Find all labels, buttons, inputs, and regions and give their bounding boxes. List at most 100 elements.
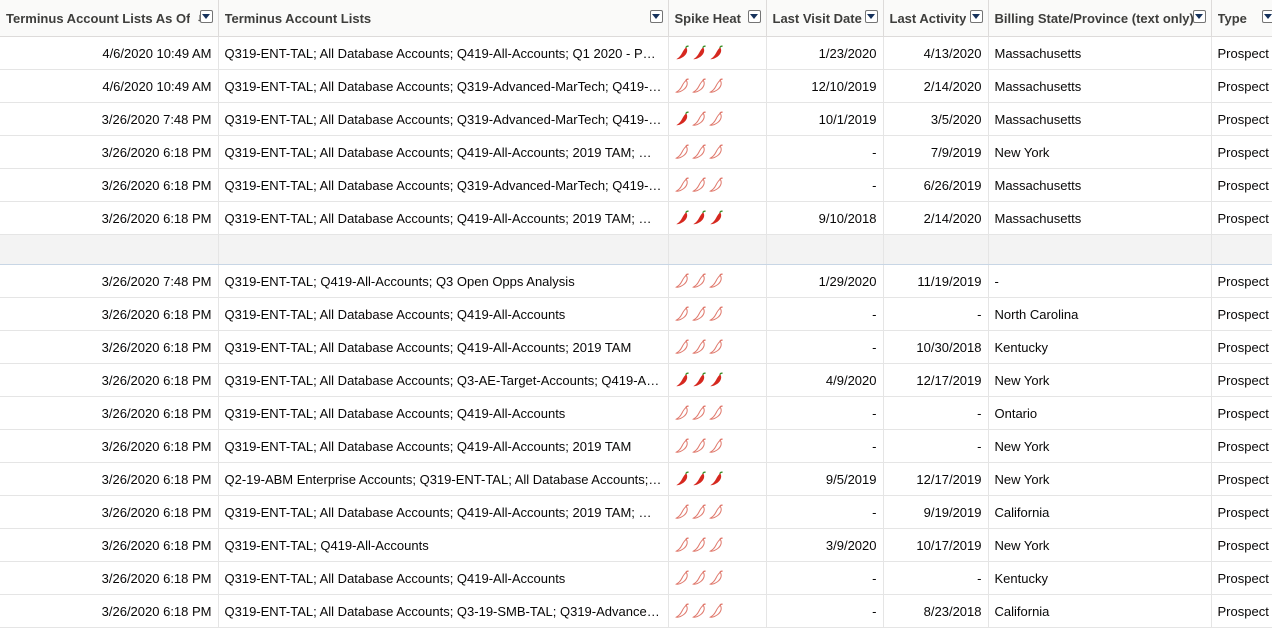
billing-state-cell: New York: [988, 463, 1211, 496]
last-visit-cell: -: [766, 496, 883, 529]
column-menu-button[interactable]: [1262, 10, 1272, 23]
type-cell: Prospect: [1211, 430, 1272, 463]
chili-pepper-icon: [692, 570, 707, 586]
last-activity-cell: 12/17/2019: [883, 463, 988, 496]
last-activity-cell: 7/9/2019: [883, 136, 988, 169]
chili-pepper-icon: [675, 504, 690, 520]
as-of-cell: 3/26/2020 6:18 PM: [0, 562, 218, 595]
column-menu-button[interactable]: [650, 10, 663, 23]
type-cell: Prospect: [1211, 202, 1272, 235]
account-lists-cell: Q319-ENT-TAL; All Database Accounts; Q41…: [218, 496, 668, 529]
chili-pepper-icon: [709, 177, 724, 193]
table-row[interactable]: 3/26/2020 6:18 PMQ319-ENT-TAL; All Datab…: [0, 364, 1272, 397]
table-row[interactable]: 4/6/2020 10:49 AMQ319-ENT-TAL; All Datab…: [0, 70, 1272, 103]
chevron-down-icon: [867, 14, 875, 19]
billing-state-cell: Massachusetts: [988, 202, 1211, 235]
type-cell: Prospect: [1211, 496, 1272, 529]
column-menu-button[interactable]: [865, 10, 878, 23]
spike-heat-cell: [668, 298, 766, 331]
column-header-terminus-account-lists-as-of[interactable]: Terminus Account Lists As Of↓: [0, 0, 218, 37]
last-activity-cell: 2/14/2020: [883, 202, 988, 235]
type-cell: Prospect: [1211, 37, 1272, 70]
spike-heat-cell: [668, 103, 766, 136]
type-cell: Prospect: [1211, 331, 1272, 364]
as-of-cell: 3/26/2020 6:18 PM: [0, 397, 218, 430]
chili-pepper-icon: [675, 570, 690, 586]
chili-pepper-icon: [692, 339, 707, 355]
table-row[interactable]: 3/26/2020 6:18 PMQ319-ENT-TAL; All Datab…: [0, 430, 1272, 463]
spike-heat-cell: [668, 430, 766, 463]
chili-pepper-icon: [709, 537, 724, 553]
column-header-last-activity[interactable]: Last Activity: [883, 0, 988, 37]
column-header-label: Spike Heat: [675, 11, 741, 26]
column-header-last-visit-date[interactable]: Last Visit Date: [766, 0, 883, 37]
separator-cell: [988, 235, 1211, 265]
billing-state-cell: Massachusetts: [988, 103, 1211, 136]
column-header-terminus-account-lists[interactable]: Terminus Account Lists: [218, 0, 668, 37]
chili-pepper-icon: [675, 210, 690, 226]
billing-state-cell: Massachusetts: [988, 70, 1211, 103]
column-menu-button[interactable]: [748, 10, 761, 23]
last-activity-cell: -: [883, 397, 988, 430]
separator-cell: [883, 235, 988, 265]
header-row: Terminus Account Lists As Of↓Terminus Ac…: [0, 0, 1272, 37]
table-row[interactable]: 3/26/2020 7:48 PMQ319-ENT-TAL; All Datab…: [0, 103, 1272, 136]
chili-pepper-icon: [692, 144, 707, 160]
account-lists-cell: Q319-ENT-TAL; All Database Accounts; Q3-…: [218, 595, 668, 628]
table-row[interactable]: 4/6/2020 10:49 AMQ319-ENT-TAL; All Datab…: [0, 37, 1272, 70]
account-lists-cell: Q319-ENT-TAL; All Database Accounts; Q41…: [218, 136, 668, 169]
chili-pepper-icon: [692, 471, 707, 487]
type-cell: Prospect: [1211, 397, 1272, 430]
last-visit-cell: -: [766, 298, 883, 331]
spike-heat-cell: [668, 595, 766, 628]
column-header-label: Terminus Account Lists As Of: [6, 11, 190, 26]
last-activity-cell: 10/17/2019: [883, 529, 988, 562]
column-menu-button[interactable]: [1193, 10, 1206, 23]
spike-heat-cell: [668, 202, 766, 235]
last-visit-cell: 12/10/2019: [766, 70, 883, 103]
table-row[interactable]: 3/26/2020 6:18 PMQ319-ENT-TAL; All Datab…: [0, 136, 1272, 169]
column-menu-button[interactable]: [970, 10, 983, 23]
billing-state-cell: Kentucky: [988, 562, 1211, 595]
chili-pepper-icon: [675, 438, 690, 454]
chili-pepper-icon: [709, 504, 724, 520]
chili-pepper-icon: [675, 471, 690, 487]
table-row[interactable]: 3/26/2020 6:18 PMQ319-ENT-TAL; All Datab…: [0, 397, 1272, 430]
separator-cell: [766, 235, 883, 265]
table-row[interactable]: 3/26/2020 6:18 PMQ319-ENT-TAL; All Datab…: [0, 496, 1272, 529]
as-of-cell: 4/6/2020 10:49 AM: [0, 70, 218, 103]
account-lists-cell: Q2-19-ABM Enterprise Accounts; Q319-ENT-…: [218, 463, 668, 496]
type-cell: Prospect: [1211, 103, 1272, 136]
report-table: Terminus Account Lists As Of↓Terminus Ac…: [0, 0, 1272, 628]
as-of-cell: 4/6/2020 10:49 AM: [0, 37, 218, 70]
chili-pepper-icon: [692, 537, 707, 553]
table-body: 4/6/2020 10:49 AMQ319-ENT-TAL; All Datab…: [0, 37, 1272, 628]
column-menu-button[interactable]: [200, 10, 213, 23]
table-row[interactable]: 3/26/2020 6:18 PMQ319-ENT-TAL; All Datab…: [0, 562, 1272, 595]
billing-state-cell: New York: [988, 529, 1211, 562]
type-cell: Prospect: [1211, 70, 1272, 103]
spike-heat-cell: [668, 529, 766, 562]
chili-pepper-icon: [692, 210, 707, 226]
last-activity-cell: 3/5/2020: [883, 103, 988, 136]
column-header-type[interactable]: Type: [1211, 0, 1272, 37]
column-header-spike-heat[interactable]: Spike Heat: [668, 0, 766, 37]
table-row[interactable]: 3/26/2020 6:18 PMQ319-ENT-TAL; All Datab…: [0, 202, 1272, 235]
column-header-billing-state-province-text-only[interactable]: Billing State/Province (text only): [988, 0, 1211, 37]
chili-pepper-icon: [692, 438, 707, 454]
account-lists-cell: Q319-ENT-TAL; All Database Accounts; Q31…: [218, 70, 668, 103]
table-row[interactable]: 3/26/2020 6:18 PMQ319-ENT-TAL; All Datab…: [0, 595, 1272, 628]
table-row[interactable]: 3/26/2020 6:18 PMQ319-ENT-TAL; All Datab…: [0, 169, 1272, 202]
table-row[interactable]: 3/26/2020 6:18 PMQ319-ENT-TAL; All Datab…: [0, 331, 1272, 364]
last-visit-cell: 9/5/2019: [766, 463, 883, 496]
account-lists-cell: Q319-ENT-TAL; All Database Accounts; Q41…: [218, 430, 668, 463]
last-activity-cell: -: [883, 430, 988, 463]
billing-state-cell: New York: [988, 364, 1211, 397]
table-row[interactable]: 3/26/2020 6:18 PMQ319-ENT-TAL; Q419-All-…: [0, 529, 1272, 562]
chili-pepper-icon: [675, 177, 690, 193]
as-of-cell: 3/26/2020 7:48 PM: [0, 103, 218, 136]
last-visit-cell: -: [766, 430, 883, 463]
table-row[interactable]: 3/26/2020 6:18 PMQ2-19-ABM Enterprise Ac…: [0, 463, 1272, 496]
table-row[interactable]: 3/26/2020 7:48 PMQ319-ENT-TAL; Q419-All-…: [0, 265, 1272, 298]
table-row[interactable]: 3/26/2020 6:18 PMQ319-ENT-TAL; All Datab…: [0, 298, 1272, 331]
